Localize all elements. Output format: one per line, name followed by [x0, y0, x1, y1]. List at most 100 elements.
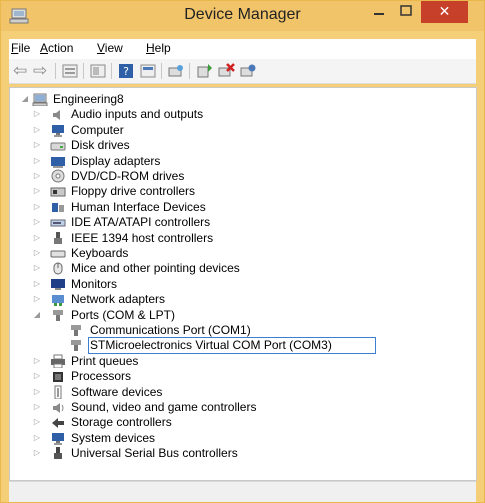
tree-category-item[interactable]: ▷ System devices: [10, 430, 470, 446]
expand-arrow-icon[interactable]: ▷: [32, 353, 42, 369]
expand-arrow-icon[interactable]: ▷: [32, 122, 42, 138]
tree-category-item[interactable]: ▷ Universal Serial Bus controllers: [10, 445, 470, 461]
tree-item-label: DVD/CD-ROM drives: [71, 169, 185, 183]
tree-category-item[interactable]: ▷ Storage controllers: [10, 414, 470, 430]
expand-arrow-icon[interactable]: ▷: [32, 430, 42, 446]
svg-text:?: ?: [123, 65, 129, 78]
tree-category-item[interactable]: ▷ DVD/CD-ROM drives: [10, 168, 470, 184]
software-device-icon: [54, 385, 62, 399]
toolbar-separator: [189, 63, 190, 79]
expand-arrow-icon[interactable]: ▷: [32, 368, 42, 384]
refresh-view-icon[interactable]: [89, 62, 107, 80]
expand-arrow-icon[interactable]: ▷: [32, 414, 42, 430]
expand-arrow-icon[interactable]: ▷: [32, 230, 42, 246]
expand-arrow-icon[interactable]: ▷: [32, 245, 42, 261]
tree-item-label: Ports (COM & LPT): [71, 307, 176, 322]
tree-item-label: IDE ATA/ATAPI controllers: [71, 215, 211, 230]
ieee1394-icon: [54, 231, 62, 244]
tree-item-label: Communications Port (COM1): [90, 323, 251, 337]
status-bar: [9, 481, 476, 502]
speaker-icon: [53, 110, 60, 121]
expand-arrow-icon[interactable]: ▷: [32, 183, 42, 199]
menu-action[interactable]: Action: [40, 41, 73, 55]
close-icon: ✕: [438, 3, 451, 19]
tree-category-item[interactable]: ▷ Mice and other pointing devices: [10, 260, 470, 276]
tree-item-label: Mice and other pointing devices: [71, 261, 240, 276]
tree-category-item[interactable]: ▷ IEEE 1394 host controllers: [10, 230, 470, 246]
network-adapter-icon: [52, 295, 64, 307]
expand-arrow-icon[interactable]: ▷: [32, 260, 42, 276]
tree-item-label: Audio inputs and outputs: [71, 107, 204, 122]
tree-item-label: System devices: [71, 430, 156, 445]
ide-controller-icon: [50, 219, 66, 227]
forward-icon[interactable]: ⇨: [33, 62, 51, 80]
computer-icon: [52, 124, 64, 137]
back-icon[interactable]: ⇦: [13, 62, 31, 80]
device-tree[interactable]: ◢ Engineering8 ▷ Audio inputs and outputs ▷ C…: [9, 87, 477, 481]
tree-root-item[interactable]: ◢ Engineering8: [10, 91, 470, 107]
menu-view[interactable]: View: [97, 41, 123, 55]
expand-arrow-icon[interactable]: ▷: [32, 137, 42, 153]
collapse-arrow-icon[interactable]: ◢: [20, 91, 30, 107]
tree-category-item[interactable]: ▷ Display adapters: [10, 153, 470, 169]
tree-device-item[interactable]: STMicroelectronics Virtual COM Port (COM…: [10, 337, 470, 355]
tree-category-item[interactable]: ▷ Sound, video and game controllers: [10, 399, 470, 415]
display-adapter-icon: [51, 156, 65, 168]
tree-category-item[interactable]: ▷ Computer: [10, 122, 470, 138]
menu-file[interactable]: File: [11, 41, 30, 55]
tree-category-item[interactable]: ▷ Disk drives: [10, 137, 470, 153]
tree-category-item[interactable]: ▷ Network adapters: [10, 291, 470, 307]
scan-hardware-icon[interactable]: [167, 62, 185, 80]
tree-category-item[interactable]: ▷ Print queues: [10, 353, 470, 369]
tree-category-item[interactable]: ▷ IDE ATA/ATAPI controllers: [10, 214, 470, 230]
tree-item-label: Disk drives: [71, 138, 130, 153]
expand-arrow-icon[interactable]: ▷: [32, 291, 42, 307]
close-button[interactable]: ✕: [421, 1, 468, 23]
expand-arrow-icon[interactable]: ▷: [32, 153, 42, 169]
minimize-button[interactable]: [366, 1, 392, 23]
tree-category-item[interactable]: ▷ Human Interface Devices: [10, 199, 470, 215]
tree-category-item[interactable]: ▷ Processors: [10, 368, 470, 384]
tree-category-item[interactable]: ▷ Floppy drive controllers: [10, 183, 470, 199]
title-bar[interactable]: Device Manager ✕: [1, 1, 484, 31]
toolbar: ⇦ ⇨ ?: [9, 59, 476, 84]
tree-device-item[interactable]: Communications Port (COM1): [10, 322, 470, 338]
toolbar-separator: [111, 63, 112, 79]
computer-root-icon: [32, 93, 48, 106]
help-icon[interactable]: ?: [117, 62, 135, 80]
maximize-button[interactable]: [393, 1, 419, 23]
uninstall-icon[interactable]: [217, 62, 235, 80]
tree-category-item[interactable]: ◢ Ports (COM & LPT): [10, 307, 470, 323]
expand-arrow-icon[interactable]: ▷: [32, 199, 42, 215]
expand-arrow-icon[interactable]: ▷: [32, 276, 42, 292]
tree-category-item[interactable]: ▷ Software devices: [10, 384, 470, 400]
tree-item-label: Print queues: [71, 353, 139, 368]
toolbar-separator: [55, 63, 56, 79]
tree-item-label: Processors: [71, 369, 132, 384]
tree-item-label: Keyboards: [71, 246, 129, 260]
tree-item-label: Network adapters: [71, 292, 166, 307]
disable-icon[interactable]: [239, 62, 257, 80]
expand-arrow-icon[interactable]: ▷: [32, 106, 42, 122]
tree-category-item[interactable]: ▷ Monitors: [10, 276, 470, 292]
expand-arrow-icon[interactable]: ▷: [32, 214, 42, 230]
printer-icon: [51, 354, 65, 368]
toolbar-separator: [83, 63, 84, 79]
expand-arrow-icon[interactable]: ▷: [32, 399, 42, 415]
menu-help[interactable]: Help: [146, 41, 171, 55]
collapse-arrow-icon[interactable]: ◢: [32, 307, 42, 323]
toolbar-separator: [161, 63, 162, 79]
floppy-controller-icon: [50, 187, 66, 197]
properties-view-icon[interactable]: [61, 62, 79, 80]
tree-category-item[interactable]: ▷ Keyboards: [10, 245, 470, 261]
expand-arrow-icon[interactable]: ▷: [32, 445, 42, 461]
tree-item-label: Software devices: [71, 384, 163, 399]
maximize-icon: [400, 5, 412, 16]
tree-category-item[interactable]: ▷ Audio inputs and outputs: [10, 106, 470, 122]
usb-controller-icon: [54, 447, 62, 460]
expand-arrow-icon[interactable]: ▷: [32, 384, 42, 400]
show-hidden-icon[interactable]: [139, 62, 157, 80]
expand-arrow-icon[interactable]: ▷: [32, 168, 42, 184]
mouse-icon: [53, 262, 63, 275]
update-driver-icon[interactable]: [195, 62, 213, 80]
